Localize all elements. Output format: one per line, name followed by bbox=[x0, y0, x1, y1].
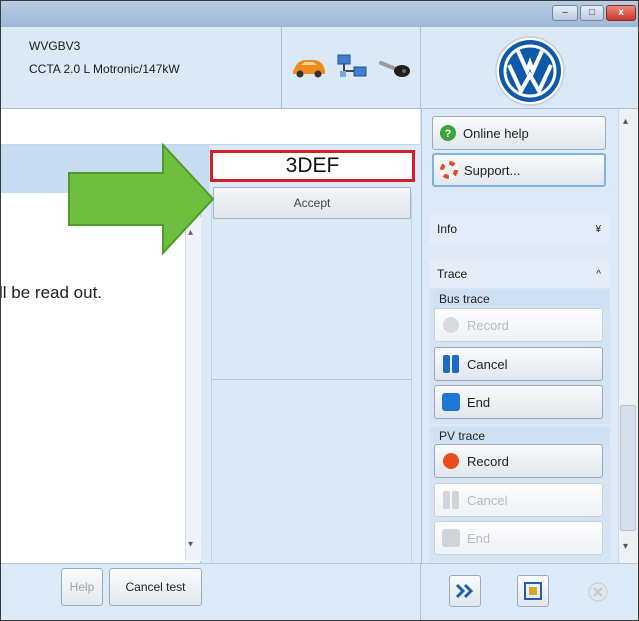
pv-trace-cancel-label: Cancel bbox=[467, 492, 508, 508]
svg-text:?: ? bbox=[445, 128, 452, 140]
network-icon[interactable] bbox=[336, 53, 368, 81]
scroll-down-icon[interactable]: ▾ bbox=[623, 541, 628, 552]
online-help-label: Online help bbox=[463, 125, 529, 141]
banner-strip bbox=[1, 109, 420, 145]
vw-logo bbox=[495, 36, 565, 106]
support-label: Support... bbox=[464, 162, 521, 178]
pv-trace-cancel-button[interactable]: Cancel bbox=[434, 483, 603, 517]
pv-trace-record-label: Record bbox=[467, 453, 509, 469]
pv-trace-label: PV trace bbox=[433, 427, 609, 445]
maximize-button[interactable]: □ bbox=[580, 5, 604, 21]
bus-trace-end-button[interactable]: End bbox=[434, 385, 603, 419]
bus-trace-cancel-label: Cancel bbox=[467, 356, 508, 372]
fit-view-button[interactable] bbox=[517, 575, 549, 607]
support-button[interactable]: Support... bbox=[432, 153, 606, 187]
record-icon bbox=[443, 317, 459, 333]
help-button[interactable]: Help bbox=[61, 568, 103, 606]
car-icon[interactable] bbox=[291, 55, 327, 79]
fit-frame-icon bbox=[524, 582, 542, 600]
help-circle-icon: ? bbox=[440, 125, 456, 141]
accept-button[interactable]: Accept bbox=[213, 187, 411, 219]
pv-trace-end-button[interactable]: End bbox=[434, 521, 603, 555]
disabled-stop-button[interactable] bbox=[587, 581, 609, 603]
bottom-divider bbox=[420, 563, 421, 620]
stop-icon bbox=[442, 393, 460, 411]
chevron-up-icon: ^ bbox=[596, 268, 601, 280]
pause-icon bbox=[443, 355, 459, 373]
close-circle-icon bbox=[588, 582, 608, 602]
header-divider bbox=[420, 27, 421, 109]
trace-section-header[interactable]: Trace ^ bbox=[429, 260, 609, 288]
vehicle-id: WVGBV3 bbox=[29, 39, 81, 53]
pause-icon bbox=[443, 491, 459, 509]
bus-trace-cancel-button[interactable]: Cancel bbox=[434, 347, 603, 381]
header-divider bbox=[281, 27, 282, 109]
trace-label: Trace bbox=[437, 267, 468, 281]
bus-trace-record-label: Record bbox=[467, 317, 509, 333]
info-label: Info bbox=[437, 222, 458, 236]
bus-trace-record-button[interactable]: Record bbox=[434, 308, 603, 342]
message-text: ll be read out. bbox=[0, 283, 103, 302]
code-input[interactable] bbox=[210, 150, 415, 182]
lifebuoy-icon bbox=[440, 161, 458, 179]
double-chevron-right-icon bbox=[455, 583, 474, 599]
application-window: – □ x WVGBV3 CCTA 2.0 L Motronic/147kW l… bbox=[0, 0, 639, 621]
pv-trace-end-label: End bbox=[467, 530, 491, 546]
entry-column-divider bbox=[211, 379, 412, 380]
close-button[interactable]: x bbox=[606, 5, 636, 21]
vehicle-description: CCTA 2.0 L Motronic/147kW bbox=[29, 62, 180, 76]
chevron-down-icon: ¥ bbox=[595, 223, 601, 235]
pv-trace-record-button[interactable]: Record bbox=[434, 444, 603, 478]
title-bar bbox=[1, 1, 638, 27]
scroll-down-icon[interactable]: ▾ bbox=[188, 539, 193, 550]
message-scrollbar[interactable] bbox=[185, 217, 201, 561]
key-icon[interactable] bbox=[378, 57, 412, 79]
bus-trace-end-label: End bbox=[467, 394, 491, 410]
minimize-button[interactable]: – bbox=[552, 5, 578, 21]
stop-icon bbox=[442, 529, 460, 547]
info-section-header[interactable]: Info ¥ bbox=[429, 215, 609, 243]
scroll-up-icon[interactable]: ▴ bbox=[623, 116, 628, 127]
side-panel-scroll-thumb[interactable] bbox=[620, 405, 636, 531]
record-icon bbox=[443, 453, 459, 469]
forward-button[interactable] bbox=[449, 575, 481, 607]
online-help-button[interactable]: ? Online help bbox=[432, 116, 606, 150]
cancel-test-button[interactable]: Cancel test bbox=[109, 568, 202, 606]
arrow-pointer-icon bbox=[68, 143, 215, 255]
bus-trace-label: Bus trace bbox=[433, 290, 609, 308]
